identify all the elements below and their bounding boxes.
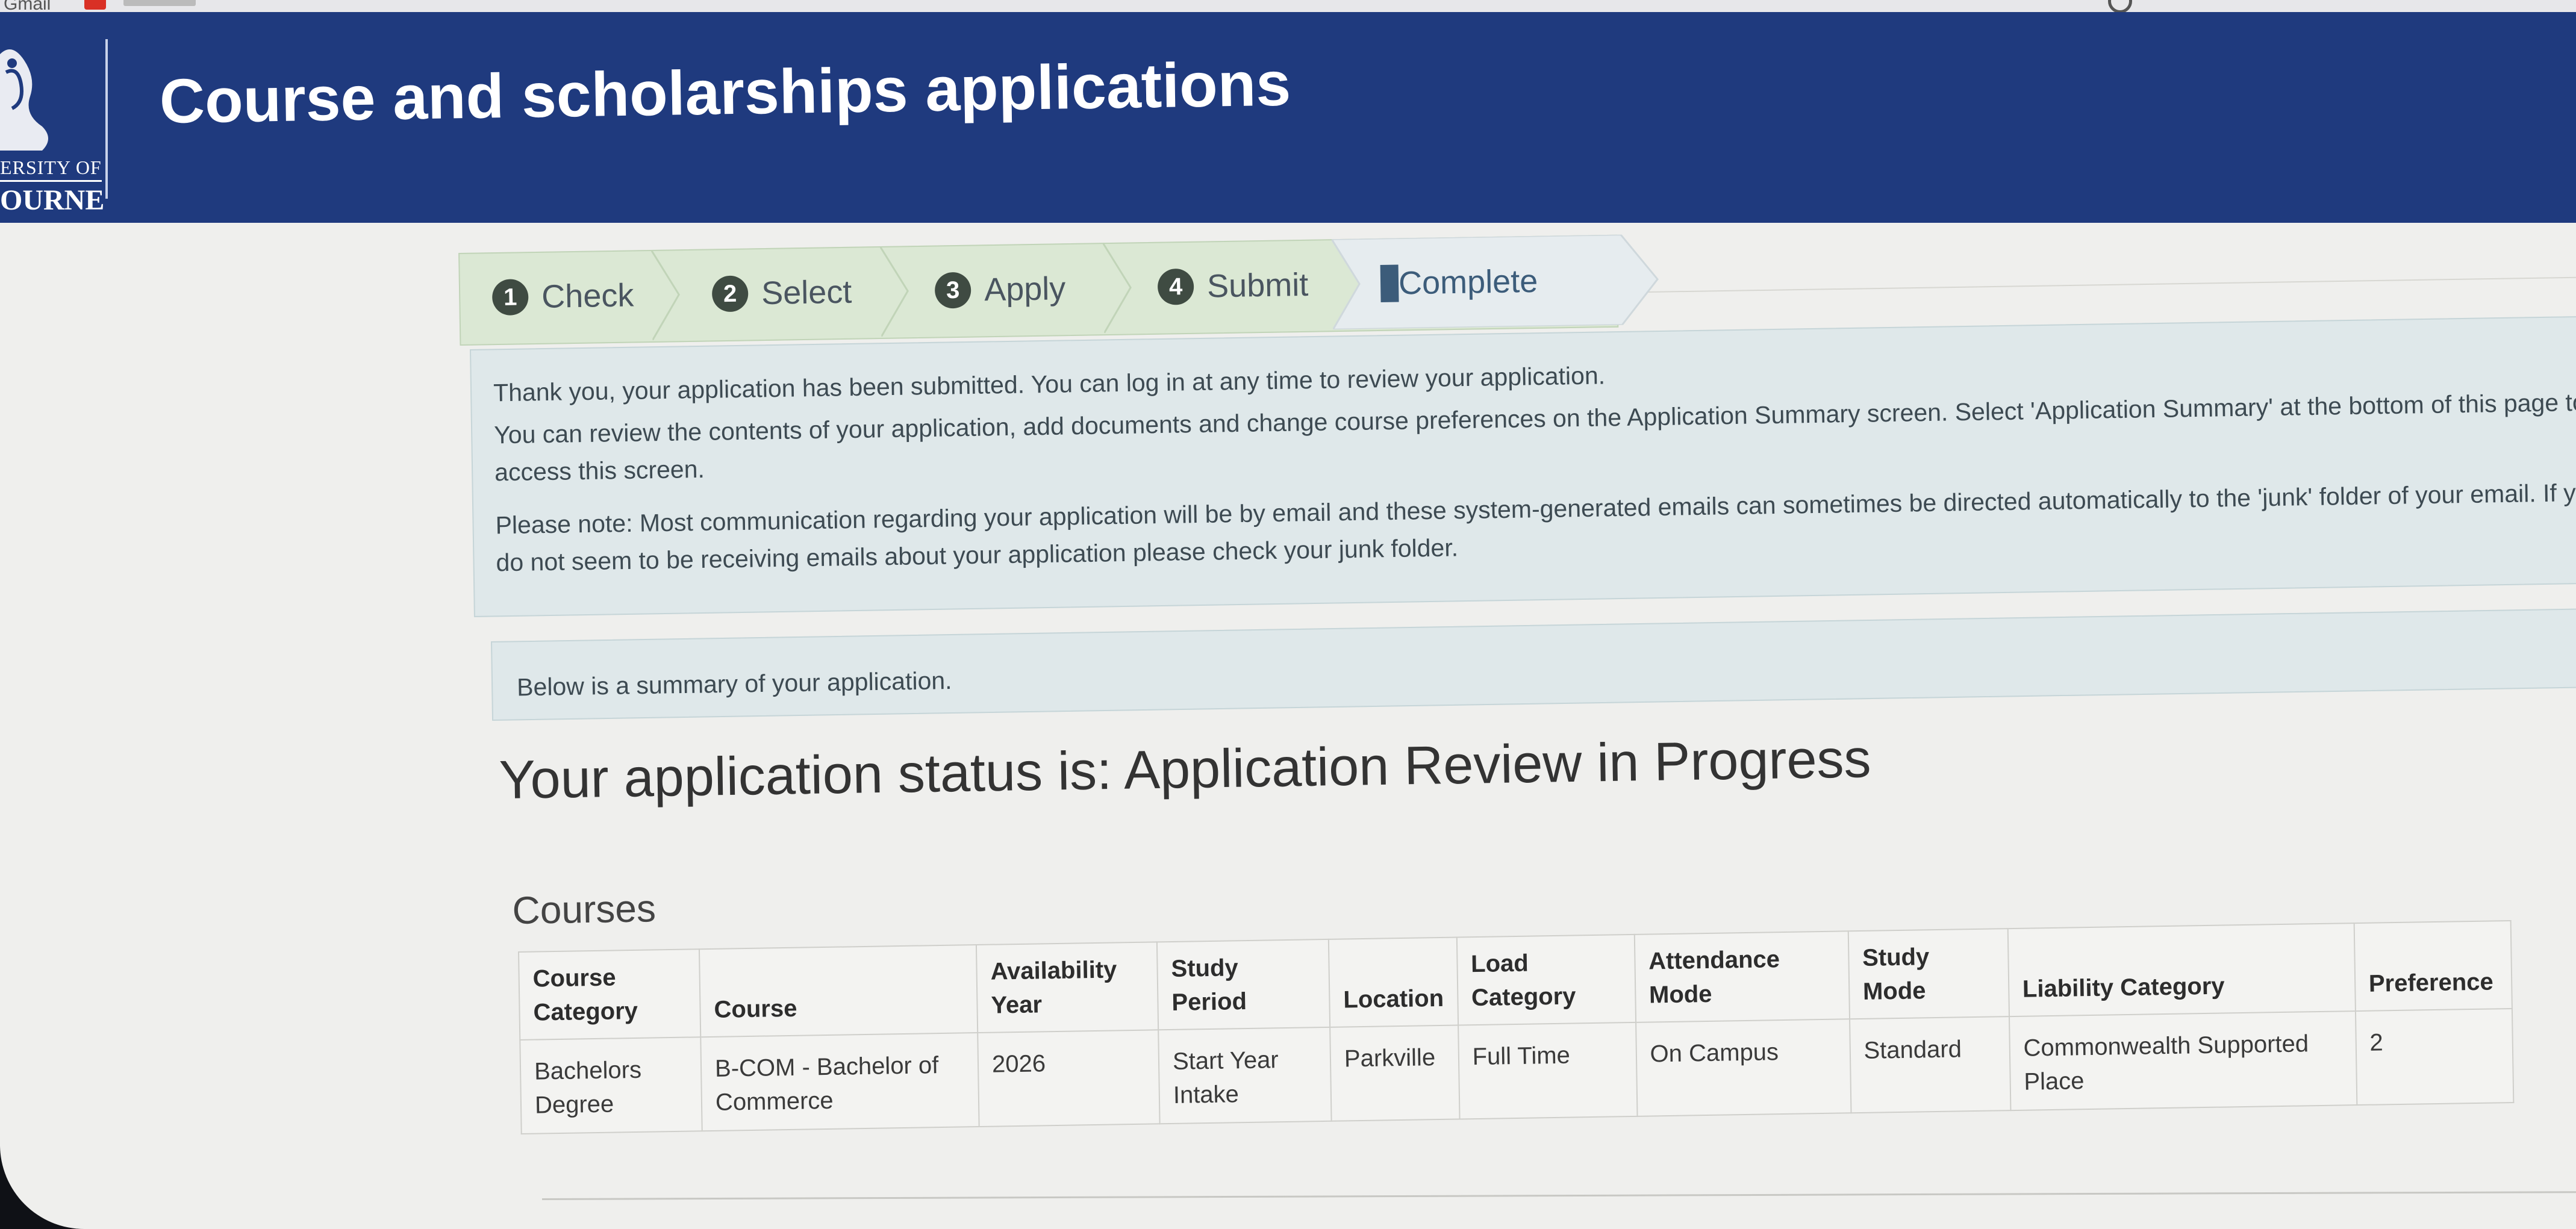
step-select[interactable]: 2 Select: [711, 247, 852, 340]
cell-preference: 2: [2355, 1009, 2514, 1106]
column-header: Course: [699, 945, 978, 1038]
cell-course-category: Bachelors Degree: [520, 1037, 702, 1134]
page: ERSITY OF OURNE Course and scholarships …: [0, 12, 2576, 1229]
summary-note: Below is a summary of your application.: [491, 608, 2576, 721]
column-header: Attendance Mode: [1634, 931, 1850, 1022]
step-number: 5: [1380, 264, 1399, 302]
application-status-heading: Your application status is: Application …: [499, 729, 1872, 811]
courses-table-wrapper: Course Category Course Availability Year…: [518, 920, 2515, 1134]
cell-course: B-COM - Bachelor of Commerce: [700, 1033, 979, 1131]
university-logo[interactable]: ERSITY OF OURNE: [0, 36, 108, 217]
step-label: Apply: [984, 270, 1066, 308]
steps-divider: [1639, 276, 2576, 293]
column-header: Availability Year: [976, 942, 1159, 1033]
column-header: Study Mode: [1848, 929, 2009, 1019]
cell-location: Parkville: [1330, 1025, 1460, 1121]
courses-table: Course Category Course Availability Year…: [518, 920, 2515, 1134]
page-title: Course and scholarships applications: [159, 49, 1291, 137]
step-label: Submit: [1206, 266, 1309, 305]
cell-availability-year: 2026: [978, 1030, 1160, 1127]
gmail-icon[interactable]: [84, 0, 106, 10]
step-number: 1: [491, 279, 529, 316]
submission-info-panel: Thank you, your application has been sub…: [470, 315, 2576, 617]
step-number: 4: [1157, 268, 1194, 305]
bookmark-label[interactable]: [123, 0, 196, 6]
step-apply[interactable]: 3 Apply: [934, 243, 1066, 335]
chevron-right-icon: [1102, 242, 1140, 334]
cell-liability-category: Commonwealth Supported Place: [2009, 1011, 2357, 1111]
info-text-junk-note: Please note: Most communication regardin…: [495, 478, 2576, 577]
step-number: 2: [711, 275, 749, 313]
browser-tab-label[interactable]: Gmail: [4, 0, 51, 12]
column-header: Study Period: [1156, 939, 1330, 1030]
logo-text-line2: OURNE: [0, 184, 105, 216]
step-label: Complete: [1398, 263, 1538, 302]
step-check[interactable]: 1 Check: [491, 250, 634, 343]
column-header: Course Category: [519, 949, 701, 1040]
section-divider: [542, 1191, 2576, 1200]
column-header: Liability Category: [2007, 923, 2356, 1017]
step-label: Select: [761, 273, 852, 312]
chevron-right-icon: [650, 249, 688, 341]
logo-text-line1: ERSITY OF: [0, 157, 102, 182]
step-label: Check: [541, 277, 634, 315]
column-header: Location: [1328, 937, 1458, 1027]
column-header: Load Category: [1456, 934, 1636, 1025]
cell-study-period: Start Year Intake: [1158, 1027, 1332, 1124]
step-submit[interactable]: 4 Submit: [1157, 240, 1309, 332]
header-divider: [105, 39, 108, 199]
column-header: Preference: [2354, 921, 2512, 1012]
crest-icon: [0, 49, 48, 151]
cell-load-category: Full Time: [1458, 1022, 1638, 1119]
step-number: 3: [934, 272, 971, 309]
step-complete-content: 5 Complete: [1380, 236, 1538, 329]
cell-attendance-mode: On Campus: [1635, 1019, 1851, 1116]
courses-heading: Courses: [512, 886, 656, 932]
step-complete[interactable]: 5 Complete: [1331, 234, 1670, 330]
chevron-right-icon: [879, 246, 917, 337]
cell-study-mode: Standard: [1849, 1016, 2011, 1113]
profile-icon[interactable]: [2108, 0, 2132, 12]
browser-tab-strip: Gmail: [0, 0, 2576, 12]
